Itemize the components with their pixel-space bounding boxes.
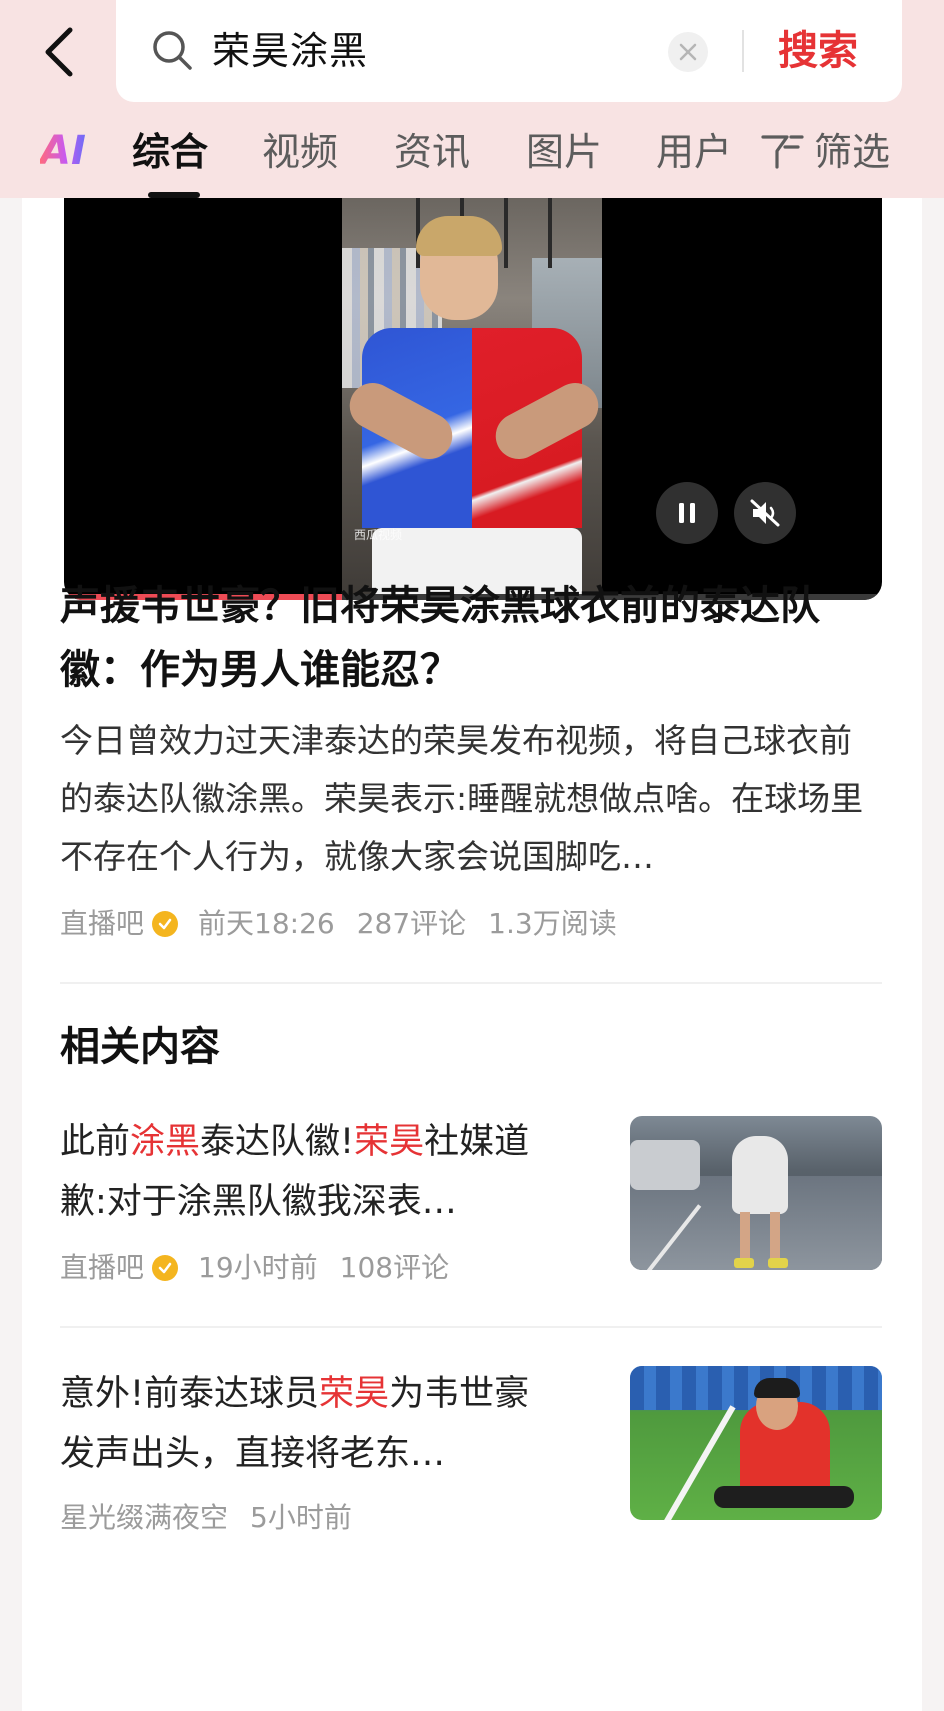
pause-button[interactable] xyxy=(656,482,718,544)
related-item-thumbnail[interactable] xyxy=(630,1116,882,1270)
header: 荣昊涂黑 搜索 AI 综合 视频 资讯 图片 用户 筛选 xyxy=(0,0,944,198)
title-text: 泰达队徽! xyxy=(200,1122,355,1162)
search-divider xyxy=(742,30,744,72)
source-name[interactable]: 直播吧 xyxy=(60,904,144,944)
read-count: 1.3万阅读 xyxy=(488,907,617,940)
search-input[interactable]: 荣昊涂黑 xyxy=(212,26,368,76)
close-icon xyxy=(679,43,697,61)
related-item-meta: 星光缀满夜空 5小时前 xyxy=(60,1498,352,1538)
filter-button[interactable]: 筛选 xyxy=(760,128,890,176)
title-text: 此前 xyxy=(60,1122,131,1162)
highlight-keyword: 荣昊 xyxy=(319,1374,390,1414)
back-button[interactable] xyxy=(34,22,84,82)
video-frame: 西瓜视频 xyxy=(342,198,602,600)
search-results-page: 荣昊涂黑 搜索 AI 综合 视频 资讯 图片 用户 筛选 西瓜视频 声援韦世豪？… xyxy=(0,0,944,1711)
highlight-keyword: 荣昊 xyxy=(354,1122,425,1162)
video-watermark: 西瓜视频 xyxy=(354,528,403,542)
search-box[interactable]: 荣昊涂黑 搜索 xyxy=(116,0,902,102)
source-name[interactable]: 直播吧 xyxy=(60,1248,144,1288)
filter-label: 筛选 xyxy=(814,130,891,174)
verified-icon xyxy=(152,911,179,937)
video-player[interactable]: 西瓜视频 xyxy=(64,198,882,600)
mute-button[interactable] xyxy=(734,482,796,544)
results-list: 西瓜视频 声援韦世豪？旧将荣昊涂黑球衣前的泰达队徽：作为男人谁能忍？ 今日曾效力… xyxy=(22,198,922,1711)
clear-search-button[interactable] xyxy=(668,32,708,72)
tab-users[interactable]: 用户 xyxy=(656,128,732,176)
article-title[interactable]: 声援韦世豪？旧将荣昊涂黑球衣前的泰达队徽：作为男人谁能忍？ xyxy=(60,574,880,702)
highlight-keyword: 涂黑 xyxy=(130,1122,201,1162)
related-item-thumbnail[interactable] xyxy=(630,1366,882,1520)
chevron-left-icon xyxy=(45,27,73,77)
publish-time: 前天18:26 xyxy=(198,907,335,940)
tab-news[interactable]: 资讯 xyxy=(394,128,470,176)
tab-bar: AI 综合 视频 资讯 图片 用户 筛选 xyxy=(0,112,944,198)
filter-icon xyxy=(761,135,804,169)
source-name[interactable]: 星光缀满夜空 xyxy=(60,1498,228,1538)
tab-images[interactable]: 图片 xyxy=(526,128,602,176)
related-item-title[interactable]: 意外!前泰达球员荣昊为韦世豪发声出头，直接将老东… xyxy=(60,1364,560,1484)
title-text: 意外!前泰达球员 xyxy=(60,1374,320,1414)
comment-count: 108评论 xyxy=(339,1251,450,1284)
tab-ai[interactable]: AI xyxy=(40,126,86,176)
publish-time: 5小时前 xyxy=(250,1501,352,1534)
search-button[interactable]: 搜索 xyxy=(778,24,858,78)
tab-comprehensive[interactable]: 综合 xyxy=(132,128,208,176)
related-item-meta: 直播吧 19小时前 108评论 xyxy=(60,1248,449,1288)
article-summary[interactable]: 今日曾效力过天津泰达的荣昊发布视频，将自己球衣前的泰达队徽涂黑。荣昊表示:睡醒就… xyxy=(60,712,880,886)
divider xyxy=(60,982,882,984)
divider xyxy=(60,1326,882,1328)
volume-muted-icon xyxy=(750,499,780,527)
publish-time: 19小时前 xyxy=(198,1251,318,1284)
search-icon xyxy=(153,31,192,70)
tab-video[interactable]: 视频 xyxy=(262,128,338,176)
related-item-title[interactable]: 此前涂黑泰达队徽!荣昊社媒道歉:对于涂黑队徽我深表… xyxy=(60,1112,560,1232)
comment-count: 287评论 xyxy=(356,907,467,940)
related-section-title: 相关内容 xyxy=(60,1024,220,1070)
article-meta: 直播吧 前天18:26 287评论 1.3万阅读 xyxy=(60,904,617,944)
verified-icon xyxy=(152,1255,179,1281)
pause-icon xyxy=(679,503,695,523)
